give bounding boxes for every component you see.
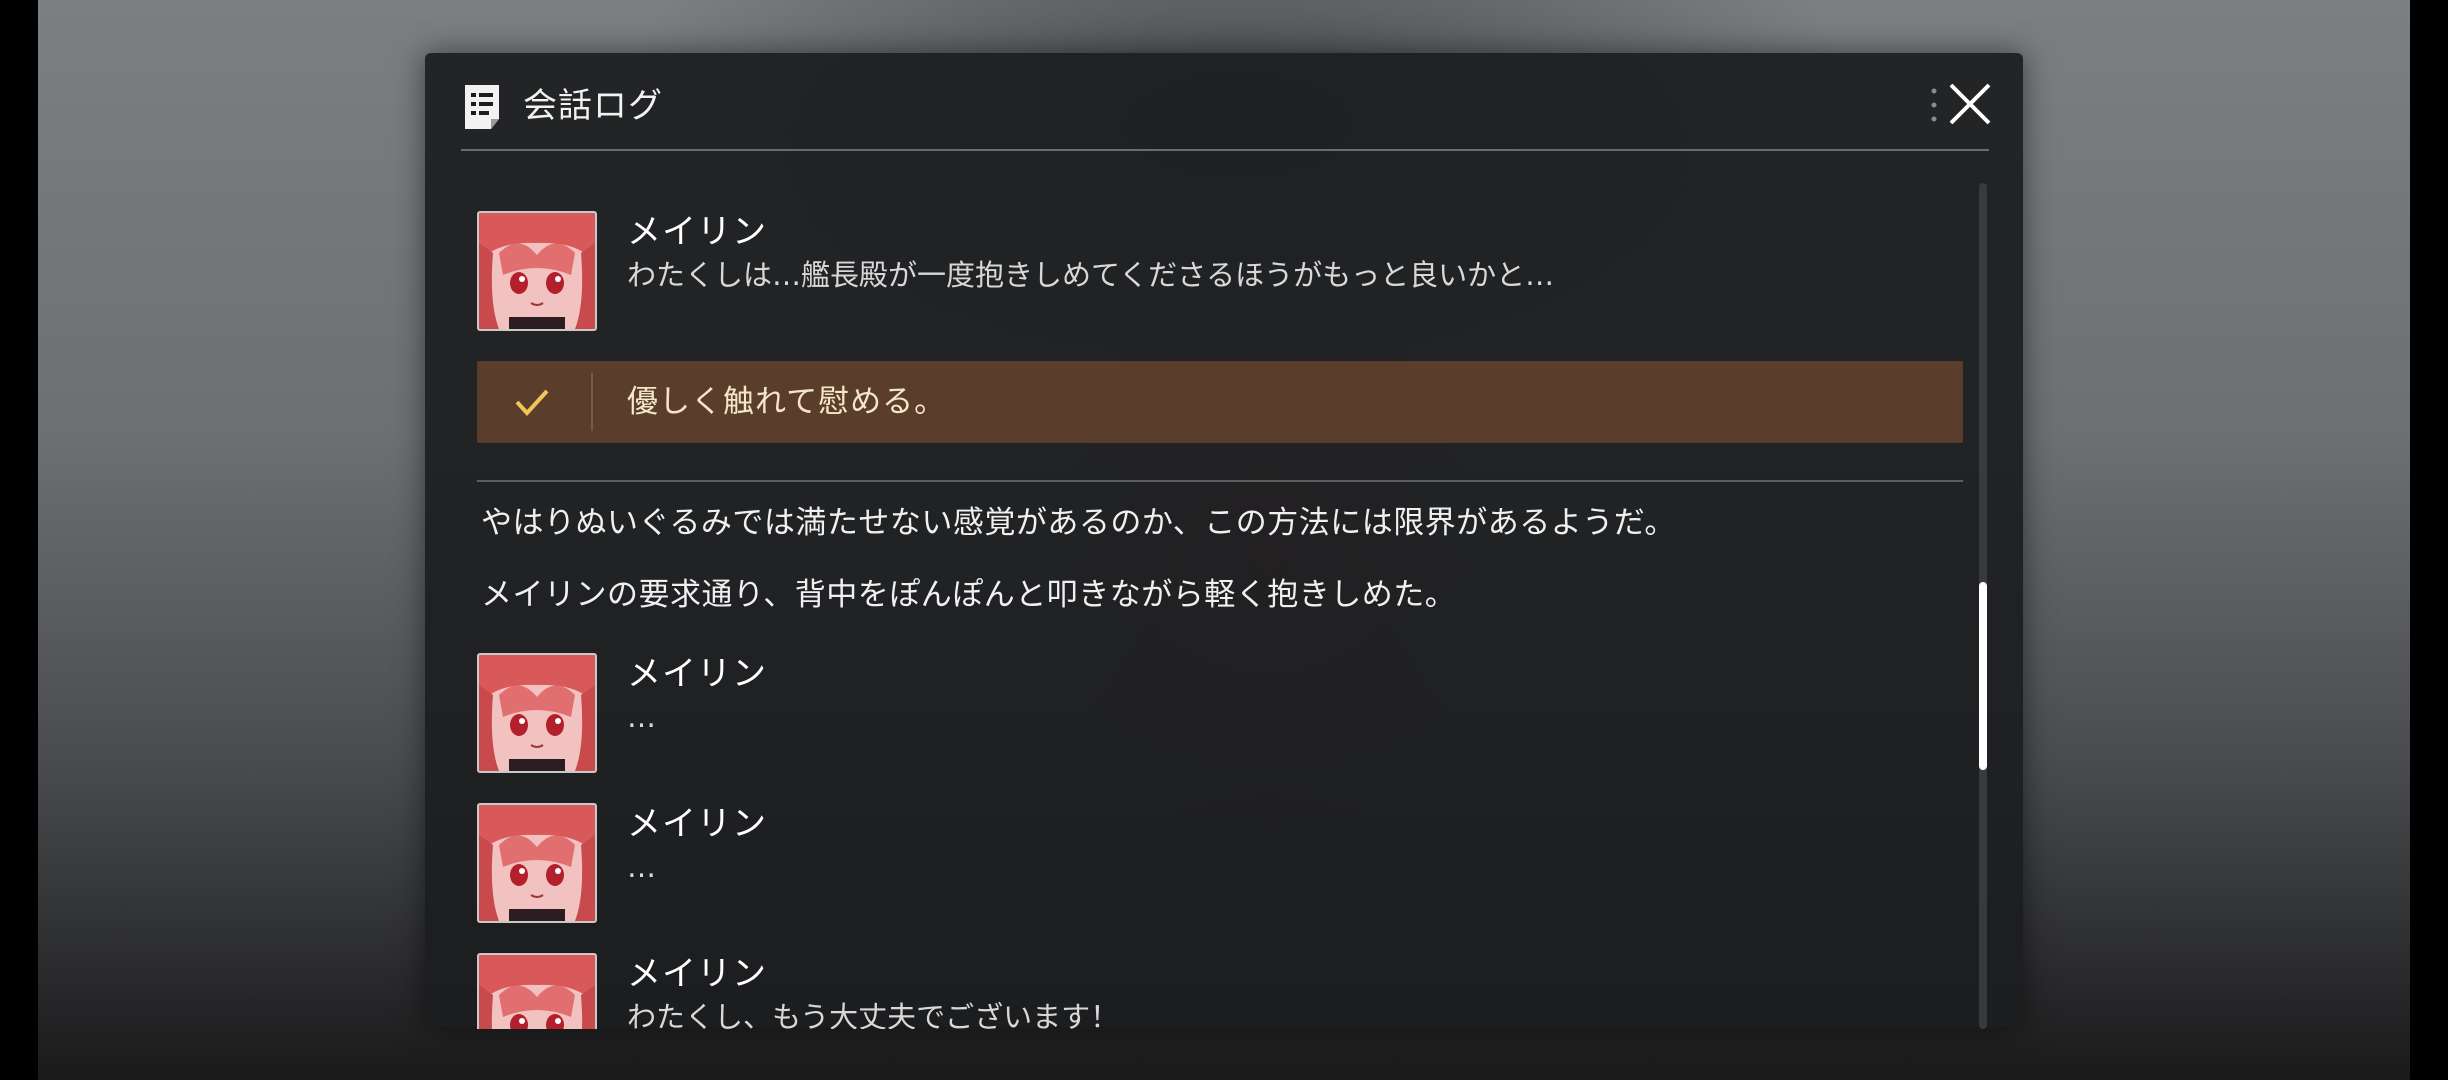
choice-text: 優しく触れて慰める。 <box>627 384 947 420</box>
log-entry: メイリン わたくしは…艦長殿が一度抱きしめてくださるほうがもっと良いかと… <box>477 211 1957 333</box>
speaker-name: メイリン <box>627 954 767 994</box>
dialogue-text: … <box>627 850 656 884</box>
dialogue-text: … <box>627 700 656 734</box>
character-avatar <box>477 803 597 923</box>
dialogue-text: わたくしは…艦長殿が一度抱きしめてくださるほうがもっと良いかと… <box>627 258 1555 292</box>
selected-choice: 優しく触れて慰める。 <box>477 361 1963 443</box>
game-screen: 会話ログ メイリン わたくしは…艦長殿が一度抱きしめてくださるほうがもっと良いか… <box>0 0 2448 1080</box>
speaker-name: メイリン <box>627 654 767 694</box>
speaker-name: メイリン <box>627 212 767 252</box>
log-scroll-area[interactable]: メイリン わたくしは…艦長殿が一度抱きしめてくださるほうがもっと良いかと… 優し… <box>461 151 1991 1029</box>
dialog-title: 会話ログ <box>523 86 663 126</box>
close-ornament-icon <box>1931 88 1937 122</box>
narration-line: メイリンの要求通り、背中をぽんぽんと叩きながら軽く抱きしめた。 <box>481 577 1457 613</box>
log-entry: メイリン わたくし、もう大丈夫でございます！ <box>477 953 1957 1029</box>
log-entry: メイリン … <box>477 653 1957 775</box>
close-x-icon[interactable] <box>1945 79 1995 129</box>
section-divider <box>477 480 1963 482</box>
scrollbar-thumb[interactable] <box>1979 582 1987 770</box>
dialog-header: 会話ログ <box>425 53 2023 151</box>
log-document-icon <box>465 85 499 129</box>
dialogue-text: わたくし、もう大丈夫でございます！ <box>627 1000 1120 1029</box>
character-avatar <box>477 211 597 331</box>
checkmark-icon <box>515 389 549 416</box>
log-entry: メイリン … <box>477 803 1957 925</box>
conversation-log-dialog: 会話ログ メイリン わたくしは…艦長殿が一度抱きしめてくださるほうがもっと良いか… <box>425 53 2023 1029</box>
speaker-name: メイリン <box>627 804 767 844</box>
character-avatar <box>477 953 597 1029</box>
narration-line: やはりぬいぐるみでは満たせない感覚があるのか、この方法には限界があるようだ。 <box>481 505 1676 541</box>
character-avatar <box>477 653 597 773</box>
choice-divider <box>591 373 593 431</box>
